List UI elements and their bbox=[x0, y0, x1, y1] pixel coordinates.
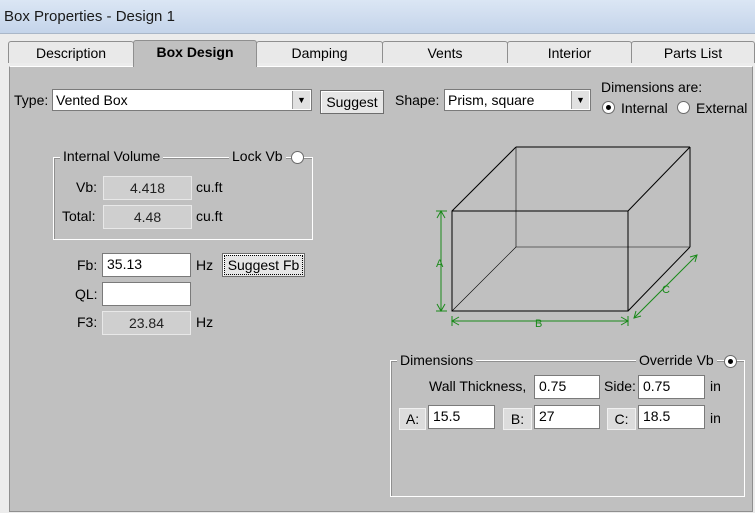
box-diagram: A B C bbox=[436, 146, 698, 330]
ql-input[interactable] bbox=[102, 282, 191, 306]
dimensions-title: Dimensions bbox=[397, 352, 477, 368]
type-label: Type: bbox=[14, 92, 49, 108]
fb-unit: Hz bbox=[196, 257, 214, 273]
a-label: A: bbox=[399, 408, 426, 430]
suggest-button[interactable]: Suggest bbox=[320, 90, 384, 114]
external-radio-label: External bbox=[696, 100, 748, 116]
side-unit: in bbox=[710, 378, 721, 394]
tab-box-design[interactable]: Box Design bbox=[133, 40, 257, 67]
f3-value: 23.84 bbox=[102, 311, 191, 335]
vb-value: 4.418 bbox=[103, 176, 192, 200]
suggest-fb-button[interactable]: Suggest Fb bbox=[222, 253, 305, 277]
lock-vb-label: Lock Vb bbox=[229, 148, 286, 164]
override-vb-radio[interactable] bbox=[724, 355, 737, 368]
dimension-c-label: C bbox=[662, 284, 670, 296]
box-outline bbox=[451, 146, 691, 312]
fb-input[interactable]: 35.13 bbox=[102, 253, 191, 277]
side-input[interactable]: 0.75 bbox=[638, 375, 705, 399]
shape-label: Shape: bbox=[395, 92, 440, 108]
type-select-value: Vented Box bbox=[56, 92, 128, 108]
chevron-down-icon[interactable]: ▼ bbox=[571, 91, 589, 109]
box-hidden-edges bbox=[451, 147, 690, 312]
total-value: 4.48 bbox=[103, 205, 192, 229]
shape-select-value: Prism, square bbox=[448, 92, 535, 108]
vb-unit: cu.ft bbox=[196, 179, 223, 195]
vb-label: Vb: bbox=[76, 179, 98, 195]
c-label: C: bbox=[607, 408, 636, 430]
dimension-b-label: B bbox=[535, 318, 542, 330]
b-label: B: bbox=[503, 408, 532, 430]
dimension-a-label: A bbox=[436, 258, 444, 270]
dimension-lines bbox=[436, 209, 698, 326]
tab-interior[interactable]: Interior bbox=[507, 41, 632, 63]
tab-parts-list[interactable]: Parts List bbox=[631, 41, 755, 63]
c-unit: in bbox=[710, 410, 721, 426]
dimensions-are-label: Dimensions are: bbox=[601, 79, 703, 95]
f3-label: F3: bbox=[77, 314, 98, 330]
internal-volume-title: Internal Volume bbox=[60, 148, 164, 164]
external-radio[interactable] bbox=[677, 101, 690, 114]
ql-label: QL: bbox=[75, 286, 98, 302]
c-input[interactable]: 18.5 bbox=[638, 405, 705, 429]
wall-thickness-label: Wall Thickness, bbox=[429, 378, 527, 394]
a-input[interactable]: 15.5 bbox=[428, 405, 495, 429]
f3-unit: Hz bbox=[196, 314, 214, 330]
internal-radio-label: Internal bbox=[621, 100, 668, 116]
lock-vb-radio[interactable] bbox=[291, 151, 304, 164]
side-label: Side: bbox=[604, 378, 636, 394]
internal-radio[interactable] bbox=[602, 101, 615, 114]
b-input[interactable]: 27 bbox=[534, 405, 600, 429]
title-bar: Box Properties - Design 1 bbox=[0, 0, 755, 34]
fb-label: Fb: bbox=[77, 257, 98, 273]
override-vb-label: Override Vb bbox=[636, 352, 717, 368]
type-select[interactable]: Vented Box ▼ bbox=[52, 89, 312, 111]
tab-damping[interactable]: Damping bbox=[256, 41, 383, 63]
tab-description[interactable]: Description bbox=[8, 41, 134, 63]
total-unit: cu.ft bbox=[196, 208, 223, 224]
tab-vents[interactable]: Vents bbox=[382, 41, 508, 63]
wall-thickness-input[interactable]: 0.75 bbox=[534, 375, 600, 399]
window-title: Box Properties - Design 1 bbox=[4, 8, 175, 25]
chevron-down-icon[interactable]: ▼ bbox=[292, 91, 310, 109]
total-label: Total: bbox=[62, 208, 96, 224]
shape-select[interactable]: Prism, square ▼ bbox=[444, 89, 591, 111]
